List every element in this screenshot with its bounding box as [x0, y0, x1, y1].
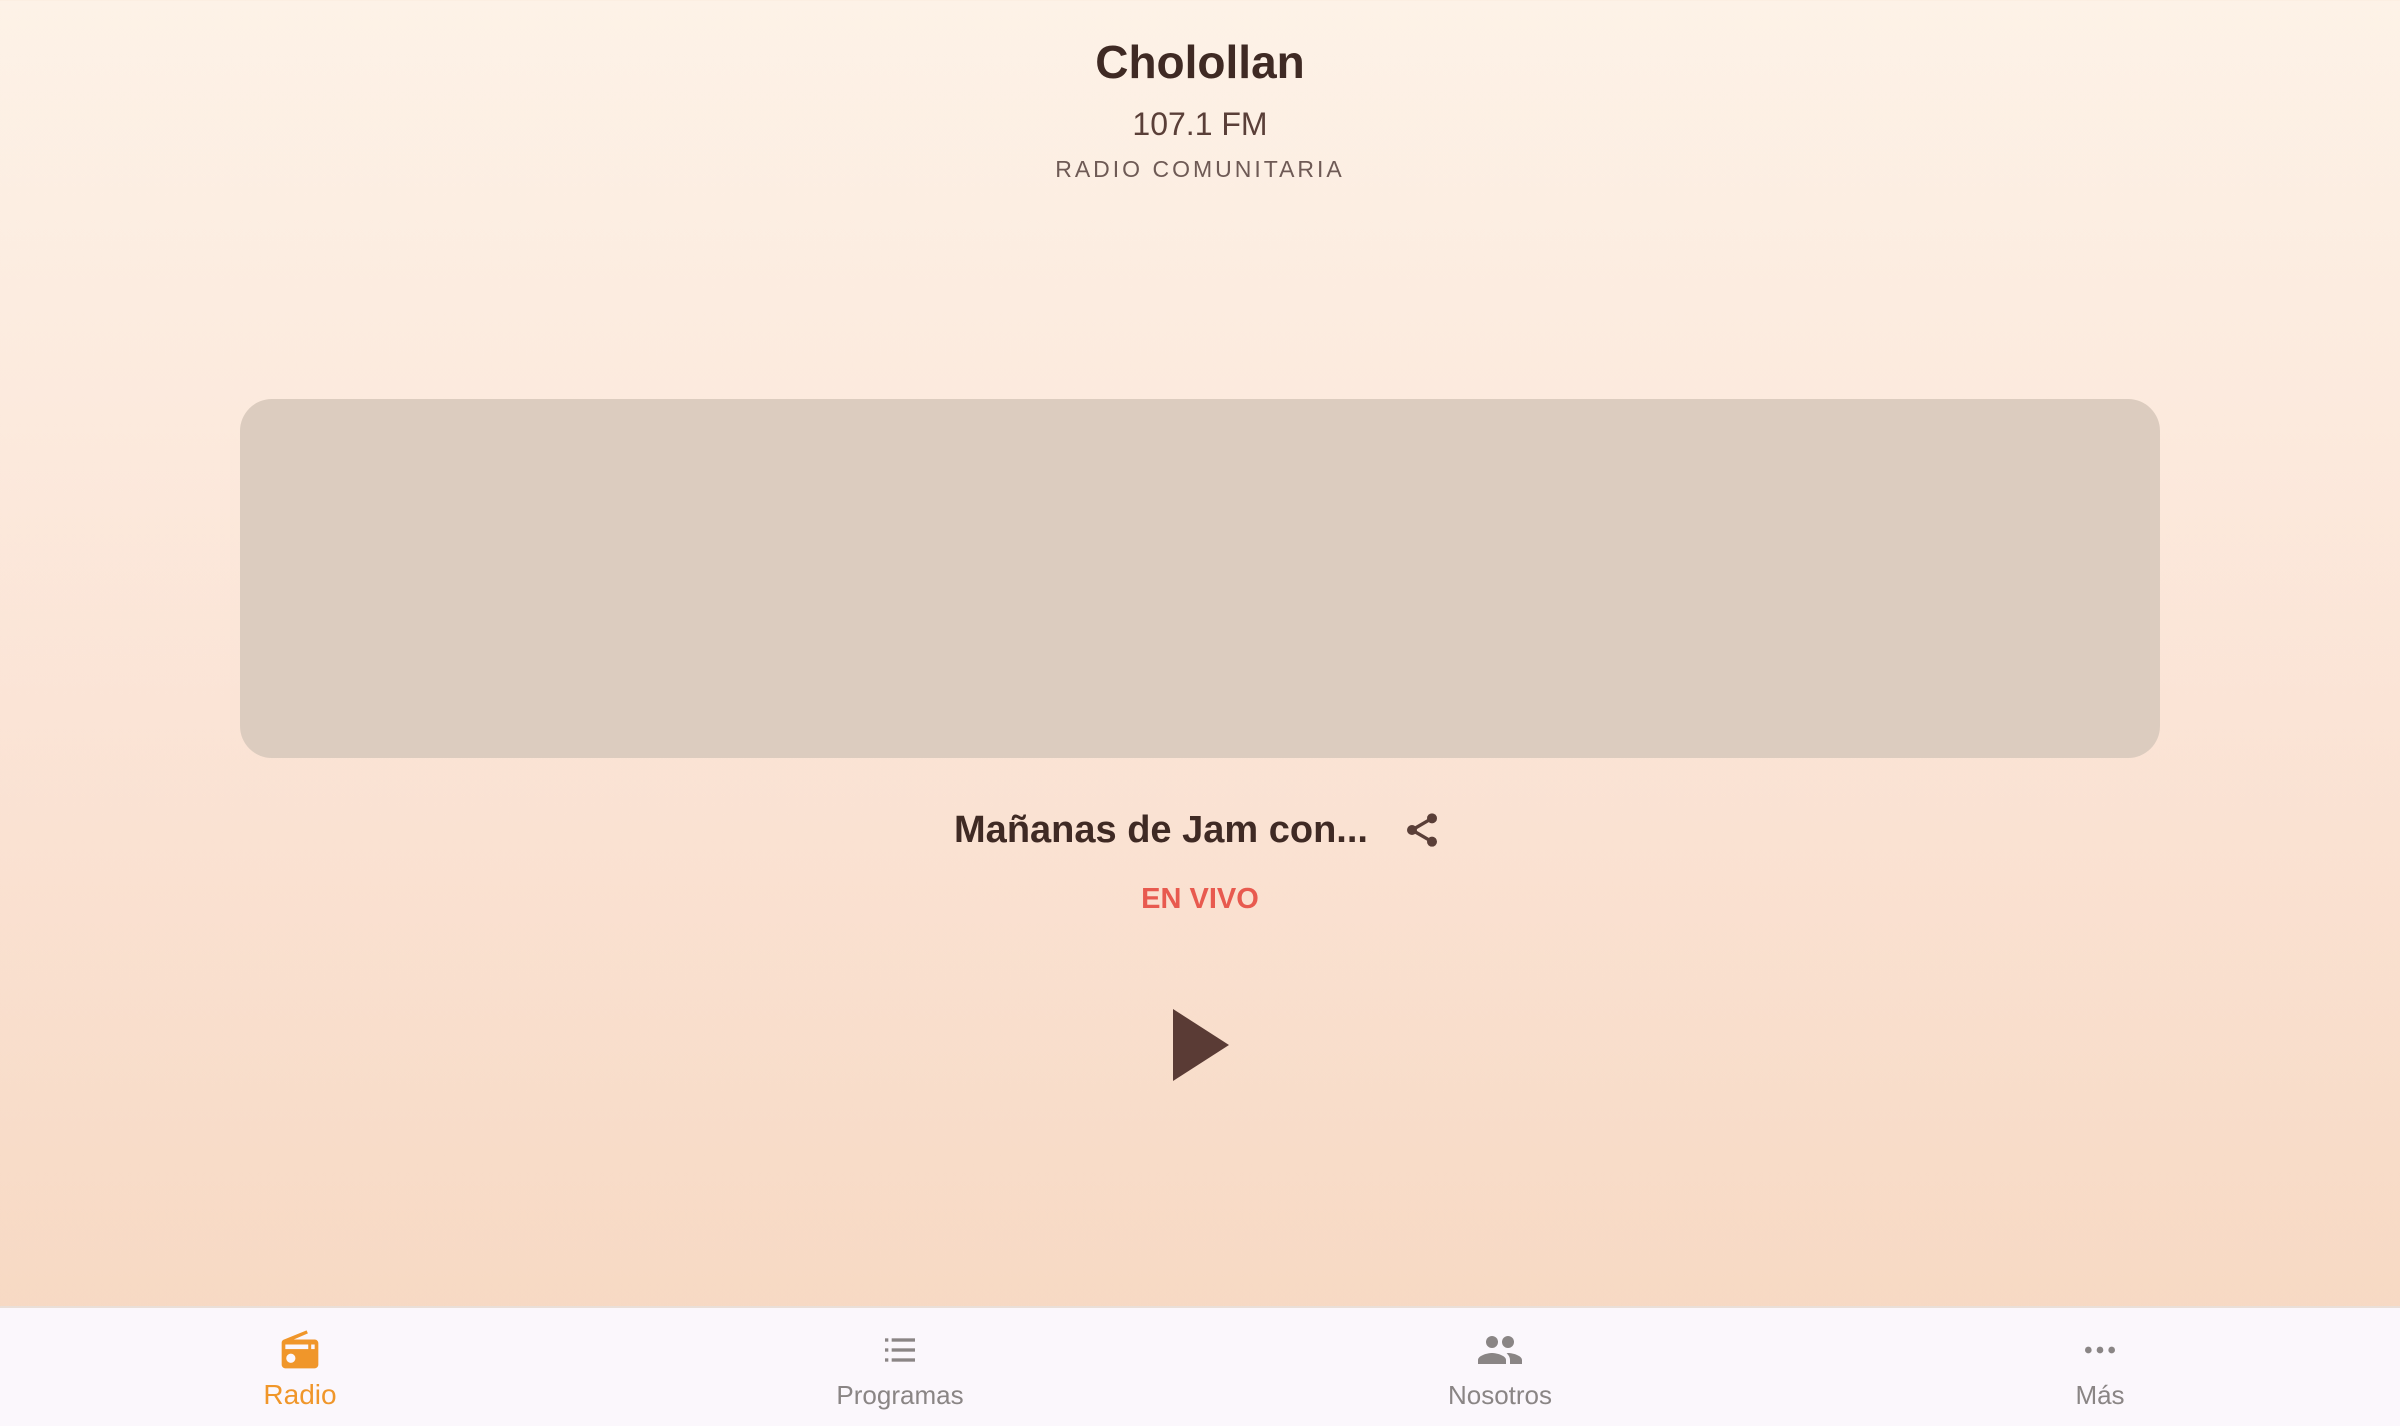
nav-label-programas: Programas [836, 1380, 964, 1410]
show-title: Mañanas de Jam con... [954, 809, 1368, 851]
nav-item-mas[interactable]: Más [1800, 1308, 2400, 1426]
station-frequency: 107.1 FM [1132, 106, 1268, 142]
now-playing: Mañanas de Jam con... [0, 800, 2400, 860]
nav-item-radio[interactable]: Radio [0, 1308, 600, 1426]
share-icon [1406, 813, 1437, 847]
play-button[interactable] [1160, 1000, 1240, 1090]
nav-label-radio: Radio [263, 1379, 337, 1410]
play-icon [1173, 1009, 1229, 1081]
station-tagline: RADIO COMUNITARIA [1055, 156, 1345, 182]
artwork-placeholder [240, 399, 2160, 758]
nav-label-nosotros: Nosotros [1447, 1380, 1553, 1410]
bottom-navigation: Radio Programas Nosotros Más [0, 1306, 2400, 1426]
list-icon [876, 1326, 924, 1374]
live-status: EN VIVO [1141, 883, 1259, 915]
nav-item-nosotros[interactable]: Nosotros [1200, 1308, 1800, 1426]
nav-item-programas[interactable]: Programas [600, 1308, 1200, 1426]
share-button[interactable] [1398, 806, 1446, 854]
more-icon [2076, 1326, 2124, 1374]
people-icon [1476, 1326, 1524, 1374]
station-name: Cholollan [1095, 36, 1305, 88]
nav-label-mas: Más [2075, 1380, 2125, 1410]
radio-icon [276, 1326, 324, 1374]
